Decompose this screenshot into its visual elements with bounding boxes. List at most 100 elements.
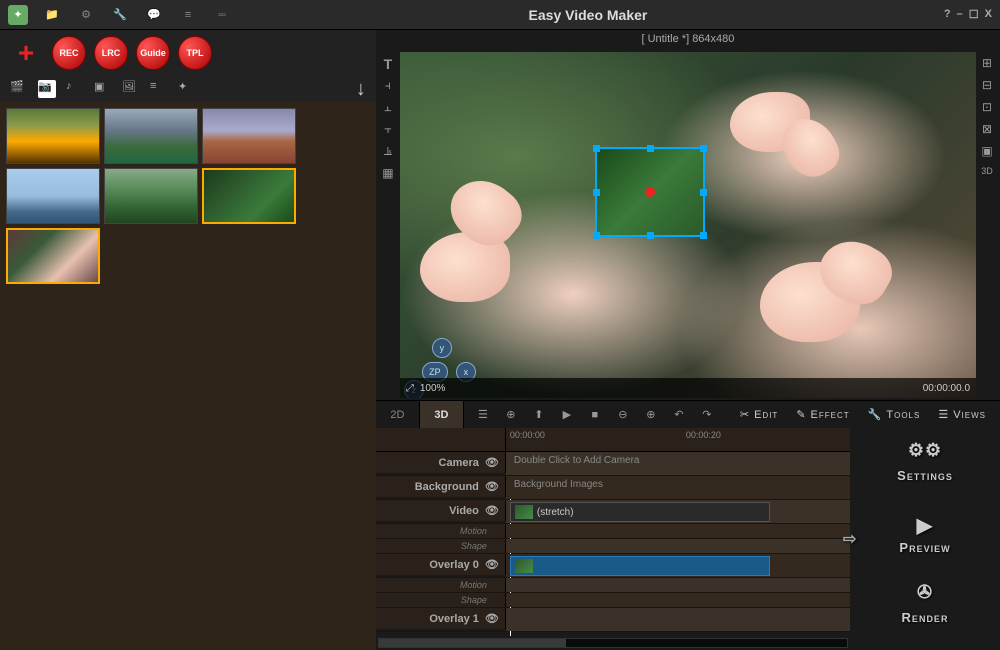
dist-v-icon[interactable]: ⊠ [979,122,995,138]
thumbnail-ocean[interactable] [6,168,100,224]
timeline-icons: ☰ ⊕ ⬆ ▶ ■ ⊖ ⊕ ↶ ↷ [464,406,726,424]
tab-2d[interactable]: 2D [376,401,420,428]
track-video-body[interactable]: (stretch) [506,500,850,523]
track-video-shape: Shape [376,539,850,554]
film-tab-icon[interactable]: 🎬 [10,80,28,98]
settings-button[interactable]: ⚙⚙Settings [865,444,985,492]
align-left-icon[interactable]: ⫞ [380,78,396,94]
preview-button[interactable]: ⇨▶Preview [865,515,985,563]
tools-section[interactable]: 🔧Tools [868,408,921,421]
right-panel: [ Untitle *] 864x480 T ⫞ ⫠ ⫟ ⫡ ▦ [376,30,1000,650]
track-bg-body[interactable]: Background Images [506,476,850,499]
views-section[interactable]: ☰Views [938,408,986,421]
sfx-tab-icon[interactable]: ▣ [94,80,112,98]
track-overlay0-body[interactable] [506,554,850,577]
thumbnail-river[interactable] [104,108,198,164]
expand-icon[interactable]: ⤢ [406,383,414,394]
add-button[interactable]: + [8,35,44,71]
track-overlay1: Overlay 1👁 [376,608,850,632]
chat-icon[interactable]: 💬 [144,5,164,25]
list-tab-icon[interactable]: ≡ [150,80,168,98]
tpl-button[interactable]: TPL [178,36,212,70]
help-button[interactable]: ? [944,8,951,21]
track-camera-body[interactable]: Double Click to Add Camera [506,452,850,475]
close-button[interactable]: X [985,8,992,21]
clip-thumb-icon [515,505,533,519]
preview-canvas[interactable]: y ZP x z ⤢ 100% 00:00:00.0 [400,52,976,398]
wand-icon: ✎ [796,408,806,421]
text-tool-icon[interactable]: T [380,56,396,72]
mode3d-icon[interactable]: 3D [979,166,995,182]
arrow-right-icon: ⇨ [843,529,857,549]
gears-icon: ⚙⚙ [908,440,942,461]
eye-icon[interactable]: 👁 [485,456,499,469]
thumbnail-forest[interactable] [104,168,198,224]
link-h-icon[interactable]: ⊞ [979,56,995,72]
eye-icon[interactable]: 👁 [485,480,499,493]
music-tab-icon[interactable]: ♪ [66,80,84,98]
rec-button[interactable]: REC [52,36,86,70]
track-camera: Camera👁 Double Click to Add Camera [376,452,850,476]
preview-title: [ Untitle *] 864x480 [376,30,1000,50]
link-v-icon[interactable]: ⊟ [979,78,995,94]
stop-icon[interactable]: ■ [586,406,604,424]
overlay-selection[interactable] [595,147,705,237]
lrc-button[interactable]: LRC [94,36,128,70]
menu-icon[interactable]: ☰ [474,406,492,424]
maximize-button[interactable]: ☐ [969,8,979,21]
align-top-icon[interactable]: ⫠ [380,100,396,116]
image-tab-icon[interactable]: 🖼 [122,80,140,98]
group-icon[interactable]: ▣ [979,144,995,160]
overlay-clip[interactable] [510,556,770,576]
timeline-ruler[interactable]: 00:00:00 00:00:20 00:00:40 00:01:00 [376,428,850,452]
dist-h-icon[interactable]: ⊡ [979,100,995,116]
camera-tab-icon[interactable]: 📷 [38,80,56,98]
fx-icon[interactable]: ▫▫ [212,5,232,25]
tab-3d[interactable]: 3D [420,401,464,428]
folder-icon[interactable]: 📁 [42,5,62,25]
render-button[interactable]: ✇Render [865,586,985,634]
main-area: + REC LRC Guide TPL 🎬 📷 ♪ ▣ 🖼 ≡ ✦ ↓ [ [0,30,1000,650]
download-icon[interactable]: ↓ [356,78,366,101]
preview-area: T ⫞ ⫠ ⫟ ⫡ ▦ [376,50,1000,400]
thumbnail-flowers[interactable] [6,228,100,284]
thumbnail-sunset[interactable] [6,108,100,164]
action-column: ⚙⚙Settings ⇨▶Preview ✇Render [850,428,1000,650]
app-title: Easy Video Maker [232,7,944,23]
gear-icon[interactable]: ⚙ [76,5,96,25]
play-large-icon: ▶ [917,513,933,538]
thumbnail-green[interactable] [202,168,296,224]
align-v-icon[interactable]: ⫡ [380,144,396,160]
guide-button[interactable]: Guide [136,36,170,70]
axis-y-button[interactable]: y [432,338,452,358]
eye-icon[interactable]: 👁 [485,504,499,517]
zoom-out-icon[interactable]: ⊖ [614,406,632,424]
redo-icon[interactable]: ↷ [698,406,716,424]
zoom-in-icon[interactable]: ⊕ [642,406,660,424]
eye-icon[interactable]: 👁 [485,558,499,571]
camera-add-icon[interactable]: ⊕ [502,406,520,424]
scrollbar-thumb[interactable] [379,639,566,647]
overlay-center-icon[interactable] [645,187,655,197]
edit-section[interactable]: ✂Edit [740,408,778,421]
video-clip[interactable]: (stretch) [510,502,770,522]
grid-icon[interactable]: ▦ [380,166,396,182]
minimize-button[interactable]: – [957,8,963,21]
sparkle-icon[interactable]: ✦ [8,5,28,25]
scrollbar-track[interactable] [378,638,848,648]
wrench-icon[interactable]: 🔧 [110,5,130,25]
timeline: 00:00:00 00:00:20 00:00:40 00:01:00 Came… [376,428,850,650]
effect-section[interactable]: ✎Effect [796,408,849,421]
thumbnail-canyon[interactable] [202,108,296,164]
puzzle-tab-icon[interactable]: ✦ [178,80,196,98]
mode-tabs: 2D 3D [376,401,464,428]
zoom-level: 100% [420,383,446,394]
timeline-wrap: 00:00:00 00:00:20 00:00:40 00:01:00 Came… [376,428,1000,650]
play-icon[interactable]: ▶ [558,406,576,424]
undo-icon[interactable]: ↶ [670,406,688,424]
track-ov0-shape: Shape [376,593,850,608]
align-h-icon[interactable]: ⫟ [380,122,396,138]
up-icon[interactable]: ⬆ [530,406,548,424]
db-icon[interactable]: ≡ [178,5,198,25]
eye-icon[interactable]: 👁 [485,612,499,625]
